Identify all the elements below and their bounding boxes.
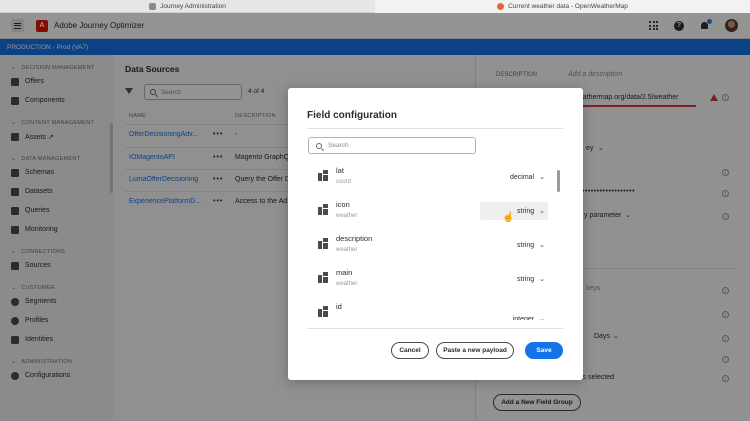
- field-search-input[interactable]: Search: [308, 137, 476, 154]
- browser-tab-journey-admin[interactable]: Journey Administration: [0, 0, 375, 13]
- list-item: id integer ⌄: [308, 296, 553, 320]
- chevron-down-icon: ⌄: [539, 316, 545, 320]
- search-icon: [316, 142, 322, 149]
- field-type-icon: [318, 306, 328, 317]
- tab-favicon-icon: [149, 3, 157, 10]
- field-name: id: [336, 302, 342, 311]
- chevron-down-icon: ⌄: [539, 242, 545, 249]
- chevron-down-icon: ⌄: [539, 276, 545, 283]
- chevron-down-icon: ⌄: [539, 174, 545, 181]
- browser-tab-weather[interactable]: Current weather data - OpenWeatherMap: [375, 0, 750, 13]
- field-configuration-dialog: Field configuration Search lat coord dec…: [288, 88, 583, 380]
- tab-label: Journey Administration: [160, 3, 226, 10]
- field-type-icon: [318, 238, 328, 249]
- list-item: description weather string ⌄: [308, 228, 553, 262]
- tab-favicon-icon: [497, 3, 505, 10]
- tab-label: Current weather data - OpenWeatherMap: [508, 3, 628, 10]
- field-type-select[interactable]: decimal ⌄: [480, 168, 548, 186]
- field-path: weather: [336, 281, 358, 287]
- field-type-icon: [318, 272, 328, 283]
- paste-payload-button[interactable]: Paste a new payload: [436, 342, 514, 359]
- field-type-icon: [318, 170, 328, 181]
- divider: [307, 328, 563, 329]
- field-type-select[interactable]: string ⌄: [480, 236, 548, 254]
- cancel-button[interactable]: Cancel: [391, 342, 429, 359]
- save-button[interactable]: Save: [525, 342, 563, 359]
- field-name: icon: [336, 200, 350, 209]
- list-item: main weather string ⌄: [308, 262, 553, 296]
- field-path: coord: [336, 179, 352, 185]
- field-list: lat coord decimal ⌄ icon weather string ⌄ …: [308, 160, 563, 320]
- chevron-down-icon: ⌄: [539, 208, 545, 215]
- field-path: weather: [336, 247, 358, 253]
- dialog-title: Field configuration: [307, 110, 397, 121]
- search-placeholder: Search: [328, 142, 349, 149]
- divider: [307, 128, 563, 129]
- field-type-icon: [318, 204, 328, 215]
- field-name: main: [336, 268, 353, 277]
- list-item: icon weather string ⌄: [308, 194, 553, 228]
- field-path: weather: [336, 213, 358, 219]
- pointer-cursor-icon: ☝: [502, 212, 515, 223]
- list-item: lat coord decimal ⌄: [308, 160, 553, 194]
- field-type-select[interactable]: string ⌄: [480, 270, 548, 288]
- field-name: lat: [336, 166, 344, 175]
- field-list-scrollbar[interactable]: [557, 170, 560, 192]
- browser-tab-strip: Journey Administration Current weather d…: [0, 0, 750, 13]
- field-name: description: [336, 234, 373, 243]
- field-type-select[interactable]: integer ⌄: [480, 310, 548, 321]
